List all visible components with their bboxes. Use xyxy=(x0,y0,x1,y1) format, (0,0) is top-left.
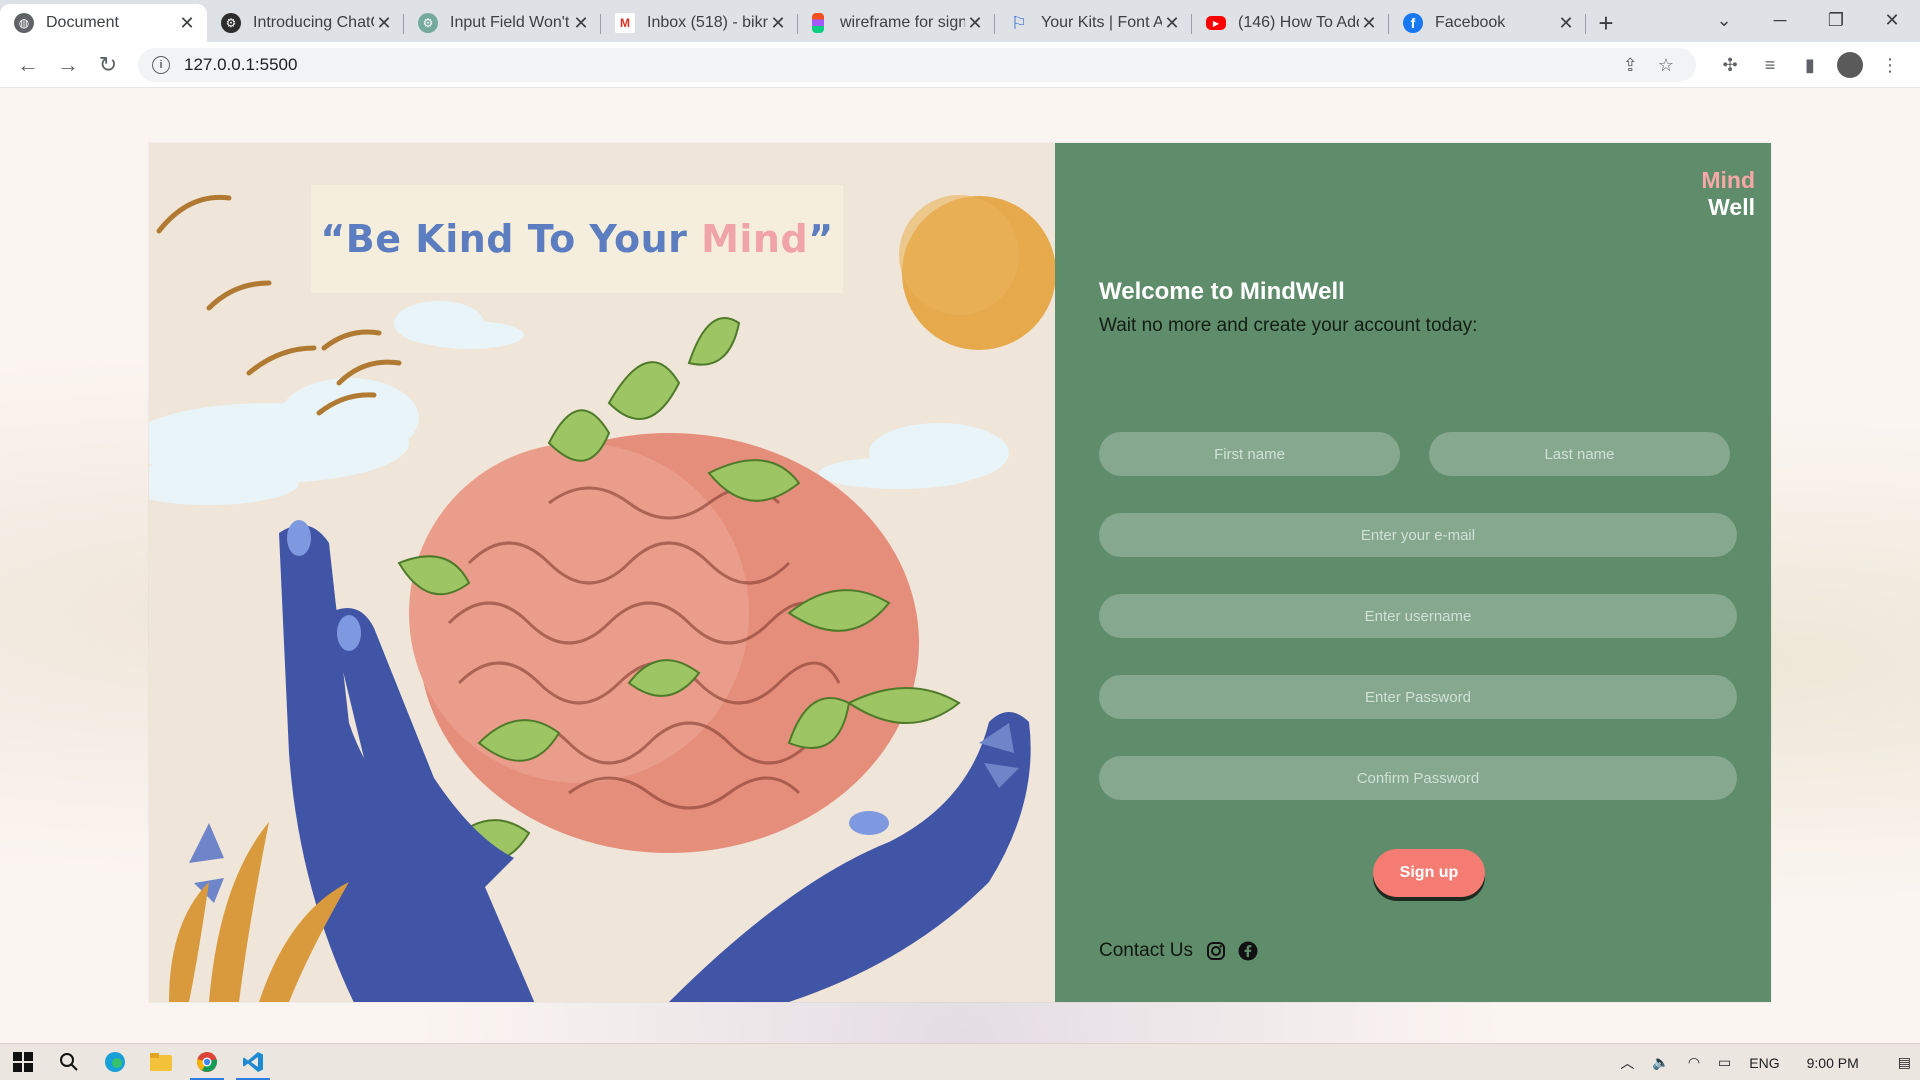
contact-row: Contact Us xyxy=(1099,940,1269,962)
tab-title: (146) How To Add xyxy=(1238,14,1359,31)
globe-icon: ◍ xyxy=(14,13,34,33)
figma-icon xyxy=(812,13,824,33)
reload-button[interactable]: ↻ xyxy=(88,45,128,85)
last-name-input[interactable] xyxy=(1429,432,1730,476)
signup-panel: Mind Well Welcome to MindWell Wait no mo… xyxy=(1055,143,1771,1002)
notification-icon[interactable]: ▤ xyxy=(1898,1054,1911,1071)
tab-title: Your Kits | Font Aw xyxy=(1041,14,1162,31)
address-bar[interactable]: i 127.0.0.1:5500 ⇪ ☆ xyxy=(138,48,1696,82)
signup-button[interactable]: Sign up xyxy=(1373,849,1485,897)
site-info-icon[interactable]: i xyxy=(152,56,170,74)
system-tray: ︿ 🔈 ◠ ▭ ENG 9:00 PM ▤ xyxy=(1611,1044,1920,1080)
tab-font-awesome-kits[interactable]: ⚐ Your Kits | Font Aw ✕ xyxy=(995,4,1192,42)
quote-accent: Mind xyxy=(701,217,809,261)
url-text: 127.0.0.1:5500 xyxy=(184,55,298,74)
extensions-puzzle-icon[interactable]: ✣ xyxy=(1710,45,1750,85)
chrome-taskbar-icon[interactable] xyxy=(184,1044,230,1080)
facebook-icon[interactable] xyxy=(1237,940,1259,962)
tab-facebook[interactable]: f Facebook ✕ xyxy=(1389,4,1586,42)
window-controls: ⌄ ─ ❐ ✕ xyxy=(1696,0,1920,40)
tab-title: Facebook xyxy=(1435,14,1506,31)
file-explorer-icon[interactable] xyxy=(138,1044,184,1080)
tab-gmail-inbox[interactable]: M Inbox (518) - bikr ✕ xyxy=(601,4,798,42)
tray-chevron-icon[interactable]: ︿ xyxy=(1620,1053,1634,1073)
profile-avatar[interactable] xyxy=(1837,52,1863,78)
menu-kebab-icon[interactable]: ⋮ xyxy=(1870,45,1910,85)
side-panel-icon[interactable]: ▮ xyxy=(1790,45,1830,85)
page-viewport: “Be Kind To Your Mind” Mind Well Welcome… xyxy=(0,88,1920,1043)
forward-button[interactable]: → xyxy=(48,45,88,85)
close-tab-icon[interactable]: ✕ xyxy=(571,13,591,34)
contact-label: Contact Us xyxy=(1099,940,1193,961)
first-name-input[interactable] xyxy=(1099,432,1400,476)
omnibox-actions: ⇪ ☆ xyxy=(1603,48,1674,82)
instagram-icon[interactable] xyxy=(1205,940,1227,962)
hero-quote: “Be Kind To Your Mind” xyxy=(320,217,833,261)
tab-title: Introducing ChatG xyxy=(253,14,374,31)
vscode-taskbar-icon[interactable] xyxy=(230,1044,276,1080)
share-icon[interactable]: ⇪ xyxy=(1623,55,1638,76)
toolbar-extensions: ✣ ≡ ▮ ⋮ xyxy=(1710,42,1910,88)
close-tab-icon[interactable]: ✕ xyxy=(965,13,985,34)
quote-close: ” xyxy=(808,217,834,261)
volume-icon[interactable]: 🔈 xyxy=(1652,1054,1669,1071)
brand-logo: Mind Well xyxy=(1701,167,1755,221)
welcome-subtitle: Wait no more and create your account tod… xyxy=(1099,315,1478,336)
quote-banner: “Be Kind To Your Mind” xyxy=(311,185,843,293)
tab-title: Input Field Won't xyxy=(450,14,570,31)
signup-card: “Be Kind To Your Mind” Mind Well Welcome… xyxy=(149,143,1771,1002)
brand-line-2: Well xyxy=(1708,194,1755,220)
tab-title: Document xyxy=(46,14,119,31)
bookmark-star-icon[interactable]: ☆ xyxy=(1658,55,1674,76)
tab-search-icon[interactable]: ⌄ xyxy=(1696,0,1752,40)
welcome-heading: Welcome to MindWell xyxy=(1099,278,1345,305)
hero-illustration: “Be Kind To Your Mind” xyxy=(149,143,1055,1002)
edge-browser-icon[interactable] xyxy=(92,1044,138,1080)
tab-title: wireframe for sign xyxy=(840,14,965,31)
minimize-button[interactable]: ─ xyxy=(1752,0,1808,40)
clock[interactable]: 9:00 PM xyxy=(1807,1055,1859,1071)
close-tab-icon[interactable]: ✕ xyxy=(177,13,197,34)
media-control-icon[interactable]: ≡ xyxy=(1750,45,1790,85)
close-window-button[interactable]: ✕ xyxy=(1864,0,1920,40)
brand-line-1: Mind xyxy=(1701,167,1755,193)
tab-document[interactable]: ◍ Document ✕ xyxy=(0,4,207,42)
windows-taskbar: ︿ 🔈 ◠ ▭ ENG 9:00 PM ▤ xyxy=(0,1043,1920,1080)
browser-toolbar: ← → ↻ i 127.0.0.1:5500 ⇪ ☆ ✣ ≡ ▮ ⋮ xyxy=(0,42,1920,88)
tab-input-field[interactable]: ⚙ Input Field Won't ✕ xyxy=(404,4,601,42)
fontawesome-flag-icon: ⚐ xyxy=(1010,12,1028,33)
tab-title: Inbox (518) - bikr xyxy=(647,14,768,31)
tab-youtube[interactable]: ▶ (146) How To Add ✕ xyxy=(1192,4,1389,42)
close-tab-icon[interactable]: ✕ xyxy=(1556,13,1576,34)
windows-start-icon[interactable] xyxy=(0,1044,46,1080)
restore-button[interactable]: ❐ xyxy=(1808,0,1864,40)
facebook-icon: f xyxy=(1403,13,1423,33)
language-indicator[interactable]: ENG xyxy=(1749,1055,1779,1071)
chatgpt-icon: ⚙ xyxy=(418,13,438,33)
battery-icon[interactable]: ▭ xyxy=(1718,1054,1731,1071)
password-input[interactable] xyxy=(1099,675,1737,719)
wifi-icon[interactable]: ◠ xyxy=(1688,1054,1700,1071)
close-tab-icon[interactable]: ✕ xyxy=(1162,13,1182,34)
close-tab-icon[interactable]: ✕ xyxy=(374,13,394,34)
email-input[interactable] xyxy=(1099,513,1737,557)
tab-introducing-chatgpt[interactable]: ⚙ Introducing ChatG ✕ xyxy=(207,4,404,42)
new-tab-button[interactable]: + xyxy=(1586,4,1626,42)
gmail-icon: M xyxy=(615,13,635,33)
quote-text: “Be Kind To Your xyxy=(320,217,702,261)
confirm-password-input[interactable] xyxy=(1099,756,1737,800)
search-icon[interactable] xyxy=(46,1044,92,1080)
openai-icon: ⚙ xyxy=(221,13,241,33)
close-tab-icon[interactable]: ✕ xyxy=(768,13,788,34)
username-input[interactable] xyxy=(1099,594,1737,638)
close-tab-icon[interactable]: ✕ xyxy=(1359,13,1379,34)
back-button[interactable]: ← xyxy=(8,45,48,85)
tab-figma-wireframe[interactable]: wireframe for sign ✕ xyxy=(798,4,995,42)
youtube-icon: ▶ xyxy=(1206,16,1226,30)
browser-tabstrip: ◍ Document ✕ ⚙ Introducing ChatG ✕ ⚙ Inp… xyxy=(0,0,1920,42)
